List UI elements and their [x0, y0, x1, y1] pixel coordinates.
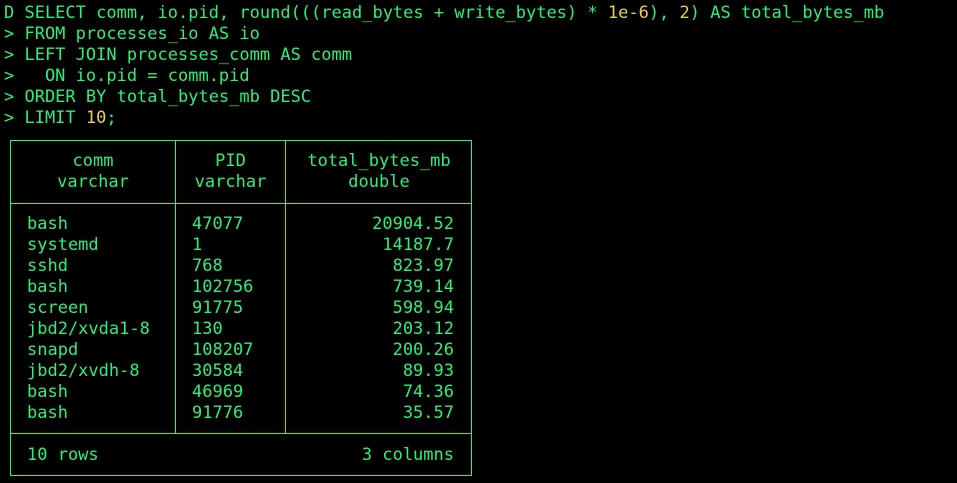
- sql-number-literal: 2: [679, 3, 690, 23]
- column-header-total-bytes: total_bytes_mb: [307, 151, 451, 171]
- cell-total-bytes: 89.93: [402, 361, 454, 381]
- cell-pid: 46969: [192, 382, 244, 402]
- cell-comm: sshd: [27, 256, 68, 276]
- cell-pid: 768: [192, 256, 223, 276]
- cell-total-bytes: 200.26: [392, 340, 454, 360]
- column-type-comm: varchar: [57, 172, 129, 192]
- column-type-total-bytes: double: [348, 172, 410, 192]
- column-type-pid: varchar: [194, 172, 267, 192]
- footer-divider: [11, 433, 471, 434]
- column-header-pid: PID: [215, 151, 246, 171]
- cell-total-bytes: 20904.52: [372, 214, 454, 234]
- cell-comm: bash: [27, 214, 68, 234]
- cell-comm: bash: [27, 277, 68, 297]
- sql-line-limit: > LIMIT 10;: [4, 108, 117, 129]
- cell-comm: snapd: [27, 340, 79, 360]
- cell-comm: screen: [27, 298, 89, 318]
- sql-text: ;: [106, 108, 117, 128]
- sql-text: ),: [648, 3, 680, 23]
- cell-pid: 108207: [192, 340, 254, 360]
- sql-line-from: > FROM processes_io AS io: [4, 24, 260, 44]
- cell-pid: 1: [192, 235, 203, 255]
- sql-number-literal: 10: [85, 108, 107, 128]
- sql-number-literal: 1e-6: [607, 3, 649, 23]
- sql-line-on: > ON io.pid = comm.pid: [4, 66, 250, 86]
- cell-total-bytes: 739.14: [392, 277, 454, 297]
- cell-comm: systemd: [27, 235, 99, 255]
- sql-line-join: > LEFT JOIN processes_comm AS comm: [4, 45, 352, 65]
- terminal-window[interactable]: D SELECT comm, io.pid, round(((read_byte…: [0, 0, 957, 483]
- cell-total-bytes: 823.97: [392, 256, 454, 276]
- cell-comm: jbd2/xvda1-8: [27, 319, 150, 339]
- sql-text: D SELECT comm, io.pid, round(((read_byte…: [4, 3, 608, 23]
- cell-pid: 47077: [192, 214, 244, 234]
- result-table: comm varchar PID varchar total_bytes_mb …: [10, 140, 472, 476]
- sql-text: ) AS total_bytes_mb: [689, 3, 885, 23]
- cell-total-bytes: 598.94: [392, 298, 454, 318]
- cell-pid: 130: [192, 319, 223, 339]
- row-count: 10 rows: [27, 445, 99, 465]
- sql-line-select: D SELECT comm, io.pid, round(((read_byte…: [4, 3, 884, 24]
- cell-total-bytes: 74.36: [402, 382, 454, 402]
- cell-pid: 30584: [192, 361, 244, 381]
- sql-text: > LIMIT: [4, 108, 86, 128]
- column-count: 3 columns: [361, 445, 454, 465]
- cell-comm: bash: [27, 403, 68, 423]
- cell-comm: jbd2/xvdh-8: [27, 361, 140, 381]
- cell-comm: bash: [27, 382, 68, 402]
- cell-pid: 91775: [192, 298, 244, 318]
- header-divider: [11, 203, 471, 204]
- cell-total-bytes: 35.57: [402, 403, 454, 423]
- cell-total-bytes: 14187.7: [382, 235, 454, 255]
- cell-pid: 102756: [192, 277, 254, 297]
- sql-line-order: > ORDER BY total_bytes_mb DESC: [4, 87, 312, 107]
- cell-pid: 91776: [192, 403, 244, 423]
- cell-total-bytes: 203.12: [392, 319, 454, 339]
- column-header-comm: comm: [72, 151, 114, 171]
